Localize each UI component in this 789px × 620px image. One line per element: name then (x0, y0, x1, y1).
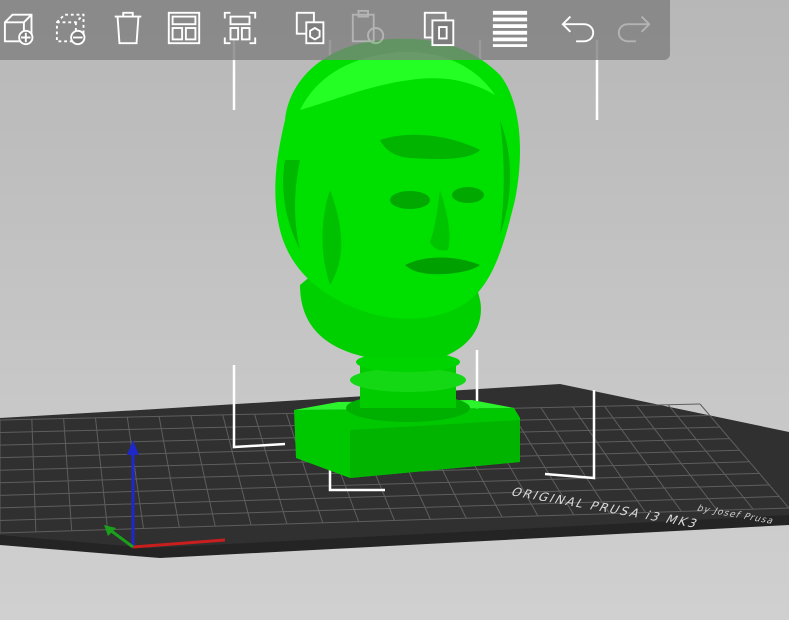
layout-selection-icon (223, 11, 257, 45)
paste-button[interactable] (346, 6, 390, 50)
scene (0, 38, 789, 558)
copy-icon (295, 11, 325, 45)
instance-button[interactable] (418, 6, 462, 50)
3d-viewport[interactable]: ORIGINAL PRUSA i3 MK3 by Josef Prusa (0, 0, 789, 620)
copy-button[interactable] (290, 6, 334, 50)
bust-model[interactable] (275, 38, 520, 478)
layout-grid-icon (167, 11, 201, 45)
instances-icon (423, 11, 455, 47)
undo-button[interactable] (556, 6, 600, 50)
paste-icon (351, 9, 385, 45)
delete-button[interactable] (52, 6, 96, 50)
undo-icon (561, 15, 595, 43)
add-button[interactable] (0, 6, 44, 50)
trash-icon (114, 11, 142, 45)
delete-all-button[interactable] (106, 6, 150, 50)
redo-icon (617, 15, 651, 43)
arrange-selection-button[interactable] (218, 6, 262, 50)
redo-button[interactable] (612, 6, 656, 50)
layers-icon (492, 10, 528, 47)
top-toolbar (0, 0, 670, 60)
arrange-button[interactable] (162, 6, 206, 50)
split-layers-button[interactable] (488, 6, 532, 50)
cube-plus-icon (3, 13, 34, 46)
dashed-cube-minus-icon (55, 13, 86, 46)
